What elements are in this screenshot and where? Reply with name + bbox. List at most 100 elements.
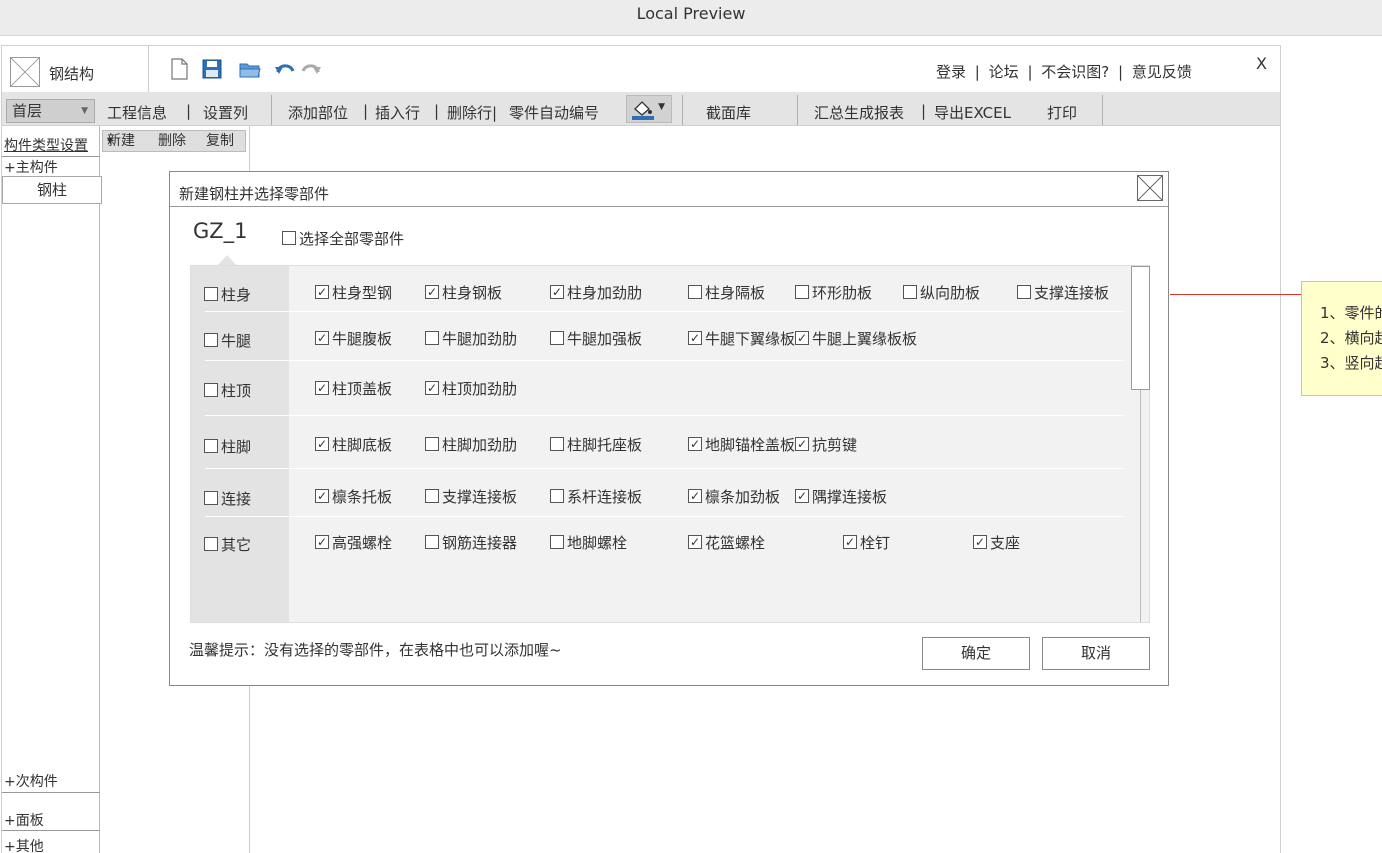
section-library-menu[interactable]: 截面库 bbox=[706, 102, 751, 123]
checkbox[interactable] bbox=[315, 437, 329, 451]
part-checkbox[interactable]: 支撑连接板 bbox=[1017, 282, 1109, 303]
checkbox[interactable] bbox=[550, 437, 564, 451]
feedback-link[interactable]: 意见反馈 bbox=[1132, 63, 1192, 81]
checkbox[interactable] bbox=[688, 285, 702, 299]
fill-color-button[interactable]: ▼ bbox=[626, 95, 672, 123]
checkbox[interactable] bbox=[795, 489, 809, 503]
category-checkbox[interactable]: 连接 bbox=[204, 488, 251, 509]
checkbox[interactable] bbox=[315, 489, 329, 503]
sidebar-group-other[interactable]: +其他 bbox=[4, 836, 44, 853]
part-checkbox[interactable]: 栓钉 bbox=[843, 532, 890, 553]
checkbox[interactable] bbox=[204, 491, 218, 505]
part-checkbox[interactable]: 牛腿腹板 bbox=[315, 328, 392, 349]
sidebar-group-panel[interactable]: +面板 bbox=[4, 810, 44, 830]
checkbox[interactable] bbox=[315, 285, 329, 299]
add-part-menu[interactable]: 添加部位 bbox=[288, 102, 348, 123]
scrollbar-thumb[interactable] bbox=[1131, 266, 1150, 390]
redo-icon[interactable] bbox=[300, 58, 322, 80]
category-checkbox[interactable]: 柱身 bbox=[204, 284, 251, 305]
generate-report-menu[interactable]: 汇总生成报表 bbox=[814, 102, 904, 123]
new-file-icon[interactable] bbox=[168, 58, 190, 80]
checkbox[interactable] bbox=[973, 535, 987, 549]
checkbox[interactable] bbox=[425, 437, 439, 451]
part-checkbox[interactable]: 抗剪键 bbox=[795, 434, 857, 455]
open-folder-icon[interactable] bbox=[239, 58, 261, 80]
category-checkbox[interactable]: 柱顶 bbox=[204, 380, 251, 401]
part-checkbox[interactable]: 柱顶盖板 bbox=[315, 378, 392, 399]
part-checkbox[interactable]: 牛腿下翼缘板 bbox=[688, 328, 795, 349]
part-checkbox[interactable]: 柱顶加劲肋 bbox=[425, 378, 517, 399]
checkbox[interactable] bbox=[688, 331, 702, 345]
dialog-close-button[interactable] bbox=[1137, 175, 1163, 201]
category-checkbox[interactable]: 牛腿 bbox=[204, 330, 251, 351]
sidebar-item-steel-column[interactable]: 钢柱 bbox=[2, 176, 102, 204]
checkbox[interactable] bbox=[315, 331, 329, 345]
undo-icon[interactable] bbox=[274, 58, 296, 80]
auto-number-menu[interactable]: 零件自动编号 bbox=[509, 102, 599, 123]
category-checkbox[interactable]: 柱脚 bbox=[204, 436, 251, 457]
floor-select[interactable]: 首层 ▼ bbox=[6, 99, 95, 123]
part-checkbox[interactable]: 隅撑连接板 bbox=[795, 486, 887, 507]
sidebar-group-main[interactable]: +主构件 bbox=[4, 157, 58, 177]
checkbox[interactable] bbox=[425, 489, 439, 503]
sidebar-group-secondary[interactable]: +次构件 bbox=[4, 771, 58, 791]
part-checkbox[interactable]: 牛腿加劲肋 bbox=[425, 328, 517, 349]
part-checkbox[interactable]: 柱身加劲肋 bbox=[550, 282, 642, 303]
checkbox[interactable] bbox=[795, 437, 809, 451]
ok-button[interactable]: 确定 bbox=[922, 637, 1030, 670]
checkbox[interactable] bbox=[550, 489, 564, 503]
app-close-button[interactable]: X bbox=[1256, 54, 1267, 73]
cancel-button[interactable]: 取消 bbox=[1042, 637, 1150, 670]
login-link[interactable]: 登录 bbox=[936, 63, 966, 81]
category-checkbox[interactable]: 其它 bbox=[204, 534, 251, 555]
checkbox[interactable] bbox=[204, 537, 218, 551]
checkbox[interactable] bbox=[204, 383, 218, 397]
set-columns-menu[interactable]: 设置列 bbox=[203, 102, 248, 123]
part-checkbox[interactable]: 柱脚托座板 bbox=[550, 434, 642, 455]
part-checkbox[interactable]: 支座 bbox=[973, 532, 1020, 553]
checkbox[interactable] bbox=[425, 381, 439, 395]
checkbox[interactable] bbox=[550, 331, 564, 345]
part-checkbox[interactable]: 柱脚底板 bbox=[315, 434, 392, 455]
forum-link[interactable]: 论坛 bbox=[989, 63, 1019, 81]
part-checkbox[interactable]: 纵向肋板 bbox=[903, 282, 980, 303]
export-excel-menu[interactable]: 导出EXCEL bbox=[934, 102, 1011, 123]
part-checkbox[interactable]: 环形肋板 bbox=[795, 282, 872, 303]
drawing-help-link[interactable]: 不会识图? bbox=[1041, 63, 1109, 81]
part-checkbox[interactable]: 高强螺栓 bbox=[315, 532, 392, 553]
part-checkbox[interactable]: 钢筋连接器 bbox=[425, 532, 517, 553]
project-info-menu[interactable]: 工程信息 bbox=[107, 102, 167, 123]
part-checkbox[interactable]: 柱身型钢 bbox=[315, 282, 392, 303]
part-checkbox[interactable]: 柱身隔板 bbox=[688, 282, 765, 303]
checkbox[interactable] bbox=[282, 231, 296, 245]
part-checkbox[interactable]: 牛腿上翼缘板板 bbox=[795, 328, 917, 349]
checkbox[interactable] bbox=[1017, 285, 1031, 299]
part-checkbox[interactable]: 柱身钢板 bbox=[425, 282, 502, 303]
checkbox[interactable] bbox=[688, 535, 702, 549]
delete-row-menu[interactable]: 删除行| bbox=[447, 102, 497, 123]
sidebar-title[interactable]: 构件类型设置 bbox=[4, 135, 88, 155]
checkbox[interactable] bbox=[204, 287, 218, 301]
select-all-checkbox[interactable]: 选择全部零部件 bbox=[282, 228, 404, 249]
part-checkbox[interactable]: 柱脚加劲肋 bbox=[425, 434, 517, 455]
print-menu[interactable]: 打印 bbox=[1047, 102, 1077, 123]
copy-component-button[interactable]: 复制 bbox=[206, 131, 234, 151]
checkbox[interactable] bbox=[204, 333, 218, 347]
part-checkbox[interactable]: 系杆连接板 bbox=[550, 486, 642, 507]
part-checkbox[interactable]: 牛腿加强板 bbox=[550, 328, 642, 349]
checkbox[interactable] bbox=[204, 439, 218, 453]
part-checkbox[interactable]: 地脚锚栓盖板 bbox=[688, 434, 795, 455]
insert-row-menu[interactable]: 插入行 bbox=[375, 102, 420, 123]
part-checkbox[interactable]: 地脚螺栓 bbox=[550, 532, 627, 553]
checkbox[interactable] bbox=[843, 535, 857, 549]
checkbox[interactable] bbox=[688, 489, 702, 503]
save-icon[interactable] bbox=[201, 58, 223, 80]
checkbox[interactable] bbox=[795, 331, 809, 345]
checkbox[interactable] bbox=[425, 535, 439, 549]
checkbox[interactable] bbox=[688, 437, 702, 451]
checkbox[interactable] bbox=[795, 285, 809, 299]
checkbox[interactable] bbox=[550, 285, 564, 299]
part-checkbox[interactable]: 花篮螺栓 bbox=[688, 532, 765, 553]
checkbox[interactable] bbox=[315, 535, 329, 549]
checkbox[interactable] bbox=[903, 285, 917, 299]
